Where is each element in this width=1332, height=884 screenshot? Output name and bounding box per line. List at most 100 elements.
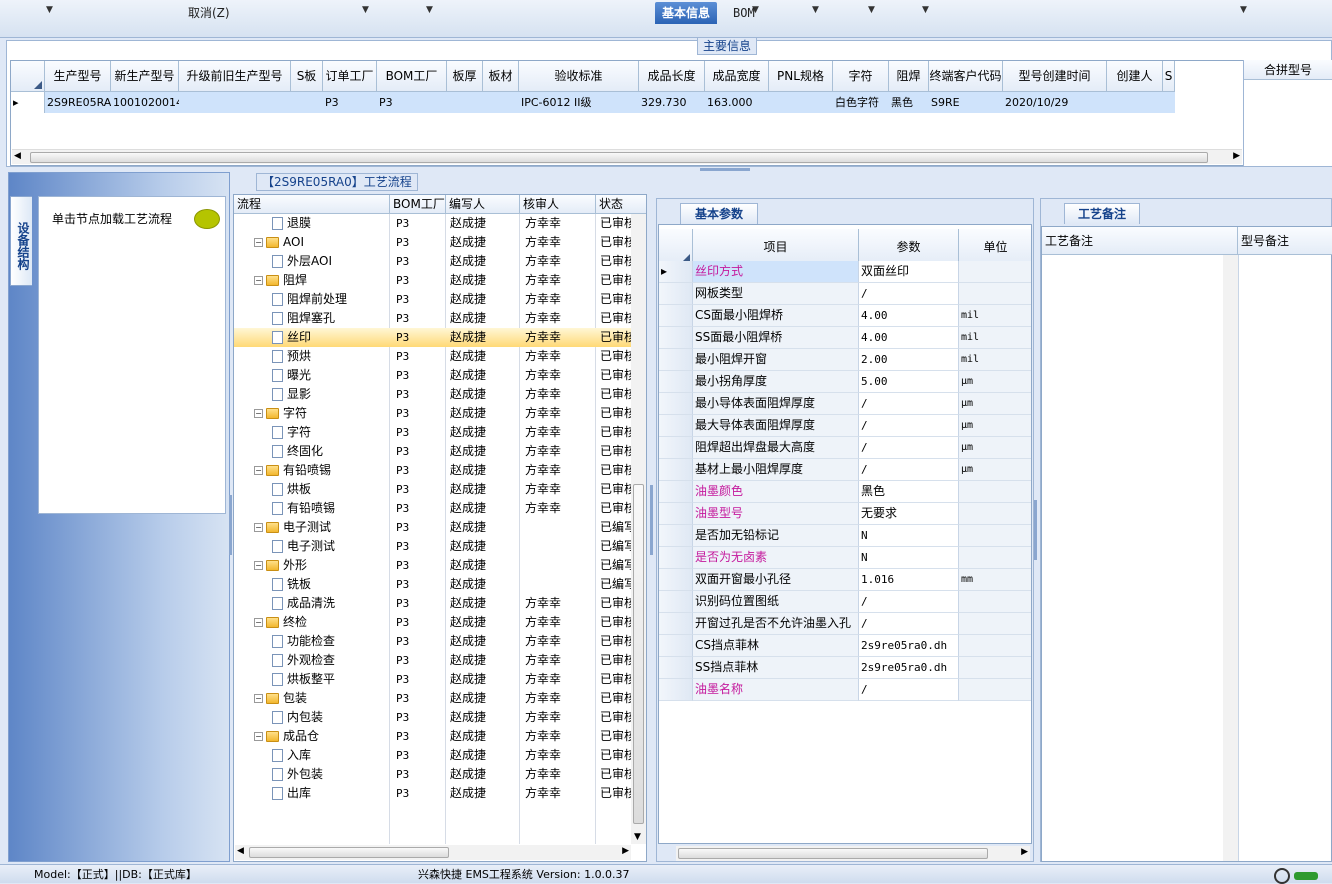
col-header-0[interactable]: 生产型号 — [45, 61, 111, 92]
param-row[interactable]: 油墨颜色 黑色 — [659, 481, 1031, 503]
param-value[interactable]: / — [859, 437, 959, 459]
splitter-handle[interactable] — [650, 485, 653, 555]
process-row[interactable]: − 有铅喷锡 P3 赵成捷 方幸幸 已审核 — [234, 461, 634, 480]
col-header-8[interactable]: 验收标准 — [519, 61, 639, 92]
main-cell-11[interactable] — [769, 92, 833, 113]
process-row[interactable]: 外层AOI P3 赵成捷 方幸幸 已审核 — [234, 252, 634, 271]
process-row[interactable]: − 成品仓 P3 赵成捷 方幸幸 已审核 — [234, 727, 634, 746]
param-value[interactable]: / — [859, 393, 959, 415]
param-value[interactable]: / — [859, 459, 959, 481]
main-cell-10[interactable]: 163.000 — [705, 92, 769, 113]
param-row[interactable]: 双面开窗最小孔径 1.016 mm — [659, 569, 1031, 591]
col-header-7[interactable]: 板材 — [483, 61, 519, 92]
param-row[interactable]: SS挡点菲林 2s9re05ra0.dh — [659, 657, 1031, 679]
col-header-5[interactable]: BOM工厂 — [377, 61, 447, 92]
process-row[interactable]: − 电子测试 P3 赵成捷 已编写 — [234, 518, 634, 537]
main-cell-13[interactable]: 黑色 — [889, 92, 929, 113]
col-header-13[interactable]: 阻焊 — [889, 61, 929, 92]
dropdown-arrow-icon[interactable]: ▼ — [46, 5, 53, 15]
col-header-11[interactable]: PNL规格 — [769, 61, 833, 92]
process-row[interactable]: 阻焊塞孔 P3 赵成捷 方幸幸 已审核 — [234, 309, 634, 328]
process-row[interactable]: 成品清洗 P3 赵成捷 方幸幸 已审核 — [234, 594, 634, 613]
param-row[interactable]: 基材上最小阻焊厚度 / μm — [659, 459, 1031, 481]
param-row[interactable]: 油墨型号 无要求 — [659, 503, 1031, 525]
param-value[interactable]: N — [859, 547, 959, 569]
dropdown-arrow-icon[interactable]: ▼ — [868, 5, 875, 15]
col-header-status[interactable]: 状态 — [596, 195, 646, 214]
col-header-unit[interactable]: 单位 — [959, 229, 1031, 265]
tab-bom[interactable]: BOM — [726, 2, 762, 24]
col-header-6[interactable]: 板厚 — [447, 61, 483, 92]
collapse-icon[interactable]: − — [254, 694, 263, 703]
collapse-icon[interactable]: − — [254, 618, 263, 627]
scroll-thumb[interactable] — [30, 152, 1208, 163]
main-cell-15[interactable]: 2020/10/29 — [1003, 92, 1107, 113]
process-row[interactable]: 电子测试 P3 赵成捷 已编写 — [234, 537, 634, 556]
col-header-14[interactable]: 终端客户代码 — [929, 61, 1003, 92]
tab-basic-params[interactable]: 基本参数 — [680, 203, 758, 224]
col-header-3[interactable]: S板 — [291, 61, 323, 92]
main-cell-8[interactable]: IPC-6012 II级 — [519, 92, 639, 113]
col-header-process-note[interactable]: 工艺备注 — [1042, 227, 1238, 255]
param-value[interactable]: 2.00 — [859, 349, 959, 371]
main-cell-0[interactable]: 2S9RE05RA0 — [45, 92, 111, 113]
col-header-9[interactable]: 成品长度 — [639, 61, 705, 92]
param-value[interactable]: 4.00 — [859, 305, 959, 327]
process-row[interactable]: 字符 P3 赵成捷 方幸幸 已审核 — [234, 423, 634, 442]
process-row[interactable]: 丝印 P3 赵成捷 方幸幸 已审核 — [234, 328, 634, 347]
collapse-icon[interactable]: − — [254, 561, 263, 570]
tree-vscrollbar[interactable]: ▼ — [631, 214, 646, 844]
scroll-left-icon[interactable]: ◀ — [237, 846, 244, 856]
process-row[interactable]: 外包装 P3 赵成捷 方幸幸 已审核 — [234, 765, 634, 784]
main-cell-16[interactable] — [1107, 92, 1163, 113]
scroll-thumb[interactable] — [678, 848, 988, 859]
param-row[interactable]: 是否为无卤素 N — [659, 547, 1031, 569]
scroll-thumb[interactable] — [633, 484, 644, 824]
main-cell-12[interactable]: 白色字符 — [833, 92, 889, 113]
param-value[interactable]: 2s9re05ra0.dh — [859, 657, 959, 679]
process-row[interactable]: 终固化 P3 赵成捷 方幸幸 已审核 — [234, 442, 634, 461]
scroll-left-icon[interactable]: ◀ — [14, 151, 21, 161]
collapse-icon[interactable]: − — [254, 523, 263, 532]
col-header-10[interactable]: 成品宽度 — [705, 61, 769, 92]
process-row[interactable]: − 阻焊 P3 赵成捷 方幸幸 已审核 — [234, 271, 634, 290]
col-header-param[interactable]: 参数 — [859, 229, 959, 265]
col-header-4[interactable]: 订单工厂 — [323, 61, 377, 92]
param-row[interactable]: 油墨名称 / — [659, 679, 1031, 701]
process-row[interactable]: 曝光 P3 赵成捷 方幸幸 已审核 — [234, 366, 634, 385]
tree-hscrollbar[interactable]: ◀ ▶ — [235, 845, 631, 860]
param-value[interactable]: N — [859, 525, 959, 547]
col-header-reviewer[interactable]: 核审人 — [520, 195, 596, 214]
param-row[interactable]: CS面最小阻焊桥 4.00 mil — [659, 305, 1031, 327]
process-row[interactable]: − 终检 P3 赵成捷 方幸幸 已审核 — [234, 613, 634, 632]
process-row[interactable]: − 外形 P3 赵成捷 已编写 — [234, 556, 634, 575]
param-row[interactable]: 识别码位置图纸 / — [659, 591, 1031, 613]
collapse-icon[interactable]: − — [254, 238, 263, 247]
main-cell-5[interactable]: P3 — [377, 92, 447, 113]
cancel-menu-item[interactable]: 取消(Z) — [188, 4, 230, 21]
main-cell-17[interactable] — [1163, 92, 1175, 113]
splitter-handle[interactable] — [700, 168, 750, 171]
main-cell-1[interactable]: 10010200141989 — [111, 92, 179, 113]
param-row[interactable]: SS面最小阻焊桥 4.00 mil — [659, 327, 1031, 349]
col-header-15[interactable]: 型号创建时间 — [1003, 61, 1107, 92]
col-header-writer[interactable]: 编写人 — [446, 195, 520, 214]
process-tree-grid[interactable]: 流程 BOM工厂 编写人 核审人 状态 退膜 P3 赵成捷 方幸幸 已审核 − AOI P3 赵… — [233, 194, 647, 862]
param-row[interactable]: 最小导体表面阻焊厚度 / μm — [659, 393, 1031, 415]
scroll-right-icon[interactable]: ▶ — [622, 846, 629, 856]
param-row[interactable]: CS挡点菲林 2s9re05ra0.dh — [659, 635, 1031, 657]
col-header-17[interactable]: S — [1163, 61, 1175, 92]
param-value[interactable]: / — [859, 613, 959, 635]
main-cell-2[interactable] — [179, 92, 291, 113]
param-row[interactable]: ▸ 丝印方式 双面丝印 — [659, 261, 1031, 283]
param-value[interactable]: / — [859, 283, 959, 305]
col-header-2[interactable]: 升级前旧生产型号 — [179, 61, 291, 92]
param-row[interactable]: 开窗过孔是否不允许油墨入孔 / — [659, 613, 1031, 635]
dropdown-arrow-icon[interactable]: ▼ — [922, 5, 929, 15]
param-value[interactable]: / — [859, 679, 959, 701]
dropdown-arrow-icon[interactable]: ▼ — [362, 5, 369, 15]
process-row[interactable]: − 字符 P3 赵成捷 方幸幸 已审核 — [234, 404, 634, 423]
process-row[interactable]: − AOI P3 赵成捷 方幸幸 已审核 — [234, 233, 634, 252]
process-row[interactable]: 入库 P3 赵成捷 方幸幸 已审核 — [234, 746, 634, 765]
collapse-icon[interactable]: − — [254, 732, 263, 741]
